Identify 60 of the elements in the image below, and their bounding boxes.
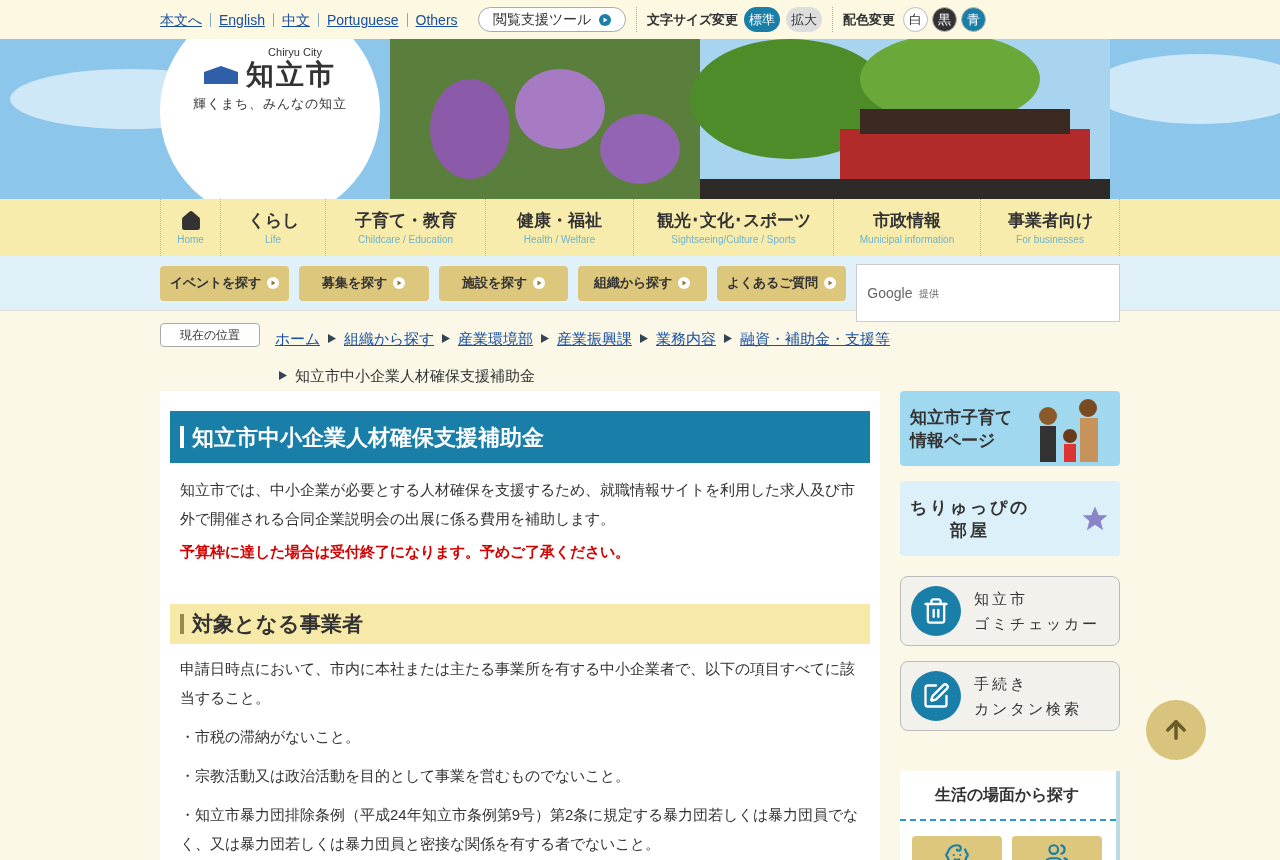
breadcrumb-link[interactable]: ホーム (275, 326, 320, 351)
font-size-option[interactable]: 拡大 (785, 7, 822, 32)
scene-heading: 生活の場面から探す (935, 785, 1079, 805)
color-scheme-option[interactable]: 青 (960, 7, 986, 32)
quick-search-button[interactable]: 組織から探す (577, 265, 708, 301)
language-link[interactable]: English (210, 12, 273, 27)
body-paragraph: ・宗教活動又は政治活動を目的として事業を営むものでないこと。 (180, 765, 631, 786)
logo-name: 知立市 (246, 58, 336, 92)
color-scheme-option[interactable]: 白 (902, 7, 928, 32)
quick-search-button[interactable]: イベントを探す (160, 265, 290, 301)
play-icon (393, 277, 406, 289)
edit-icon (911, 671, 961, 721)
back-to-top-button[interactable] (1146, 700, 1206, 760)
search-field[interactable]: Google 提供 (856, 264, 1120, 322)
tool-link[interactable]: 知立市 ゴミチェッカー (900, 576, 1120, 646)
quick-search-button[interactable]: 募集を探す (299, 265, 429, 301)
logo-tagline: 輝くまち、みんなの知立 (193, 95, 347, 113)
breadcrumb-link[interactable]: 産業振興課 (557, 326, 632, 351)
home-icon (179, 209, 202, 232)
play-icon (532, 277, 545, 289)
page-title: 知立市中小企業人材確保支援補助金 (170, 411, 870, 463)
separator-icon (442, 334, 450, 343)
location-label: 現在の位置 (160, 323, 260, 347)
play-icon (678, 277, 691, 289)
trash-icon (911, 586, 961, 636)
tool-link[interactable]: 手続き カンタン検索 (900, 661, 1120, 731)
color-scheme-label: 配色変更 (842, 10, 895, 29)
logo-subtitle: Chiryu City (268, 47, 322, 58)
reading-tool-button[interactable]: 閲覧支援ツール (477, 7, 626, 32)
language-link[interactable]: Portuguese (317, 12, 407, 27)
body-paragraph: ・市税の滞納がないこと。 (180, 726, 361, 747)
font-size-option[interactable]: 標準 (743, 7, 780, 32)
body-paragraph: ・知立市暴力団排除条例（平成24年知立市条例第9号）第2条に規定する暴力団若しくは暴力団員でなく、又は暴力団若しくは暴力団員と密接な関係を有する者でないこと。 (180, 804, 860, 854)
separator-icon (724, 334, 732, 343)
separator-icon (640, 334, 648, 343)
banner-link[interactable]: 知立市子育て 情報ページ (900, 391, 1120, 466)
quick-search-button[interactable]: よくあるご質問 (717, 265, 847, 301)
play-icon (267, 277, 280, 289)
quick-search-button[interactable]: 施設を探す (438, 265, 568, 301)
language-link[interactable]: 本文へ (160, 12, 210, 27)
body-paragraph: 申請日時点において、市内に本社または主たる事業所を有する中小企業者で、以下の項目すべてに該当すること。 (180, 658, 856, 708)
font-size-label: 文字サイズ変更 (646, 10, 738, 29)
intro-paragraph: 知立市では、中小企業が必要とする人材確保を支援するため、就職情報サイトを利用した求人及び市外で開催される合同企業説明会の出展に係る費用を補助します。 (179, 480, 856, 529)
banner-link[interactable]: ちりゅっぴの 部屋 (900, 481, 1120, 556)
breadcrumb-link[interactable]: 業務内容 (656, 326, 716, 351)
language-link[interactable]: Others (406, 12, 466, 27)
section-heading: 対象となる事業者 (170, 603, 870, 644)
color-scheme-option[interactable]: 黒 (931, 7, 957, 32)
breadcrumb-link[interactable]: 組織から探す (344, 326, 434, 351)
logo-mark-icon (204, 66, 238, 84)
notice-text: 予算枠に達した場合は受付終了になります。予めご了承ください。 (179, 542, 631, 562)
separator-icon (279, 371, 287, 380)
breadcrumb-current: 知立市中小企業人材確保支援補助金 (295, 365, 535, 386)
play-icon (598, 13, 611, 26)
breadcrumb-link[interactable]: 融資・補助金・支援等 (740, 326, 890, 351)
separator-icon (541, 334, 549, 343)
play-icon (824, 277, 837, 289)
separator-icon (328, 334, 336, 343)
language-link[interactable]: 中文 (272, 12, 318, 27)
breadcrumb-link[interactable]: 産業環境部 (458, 326, 533, 351)
